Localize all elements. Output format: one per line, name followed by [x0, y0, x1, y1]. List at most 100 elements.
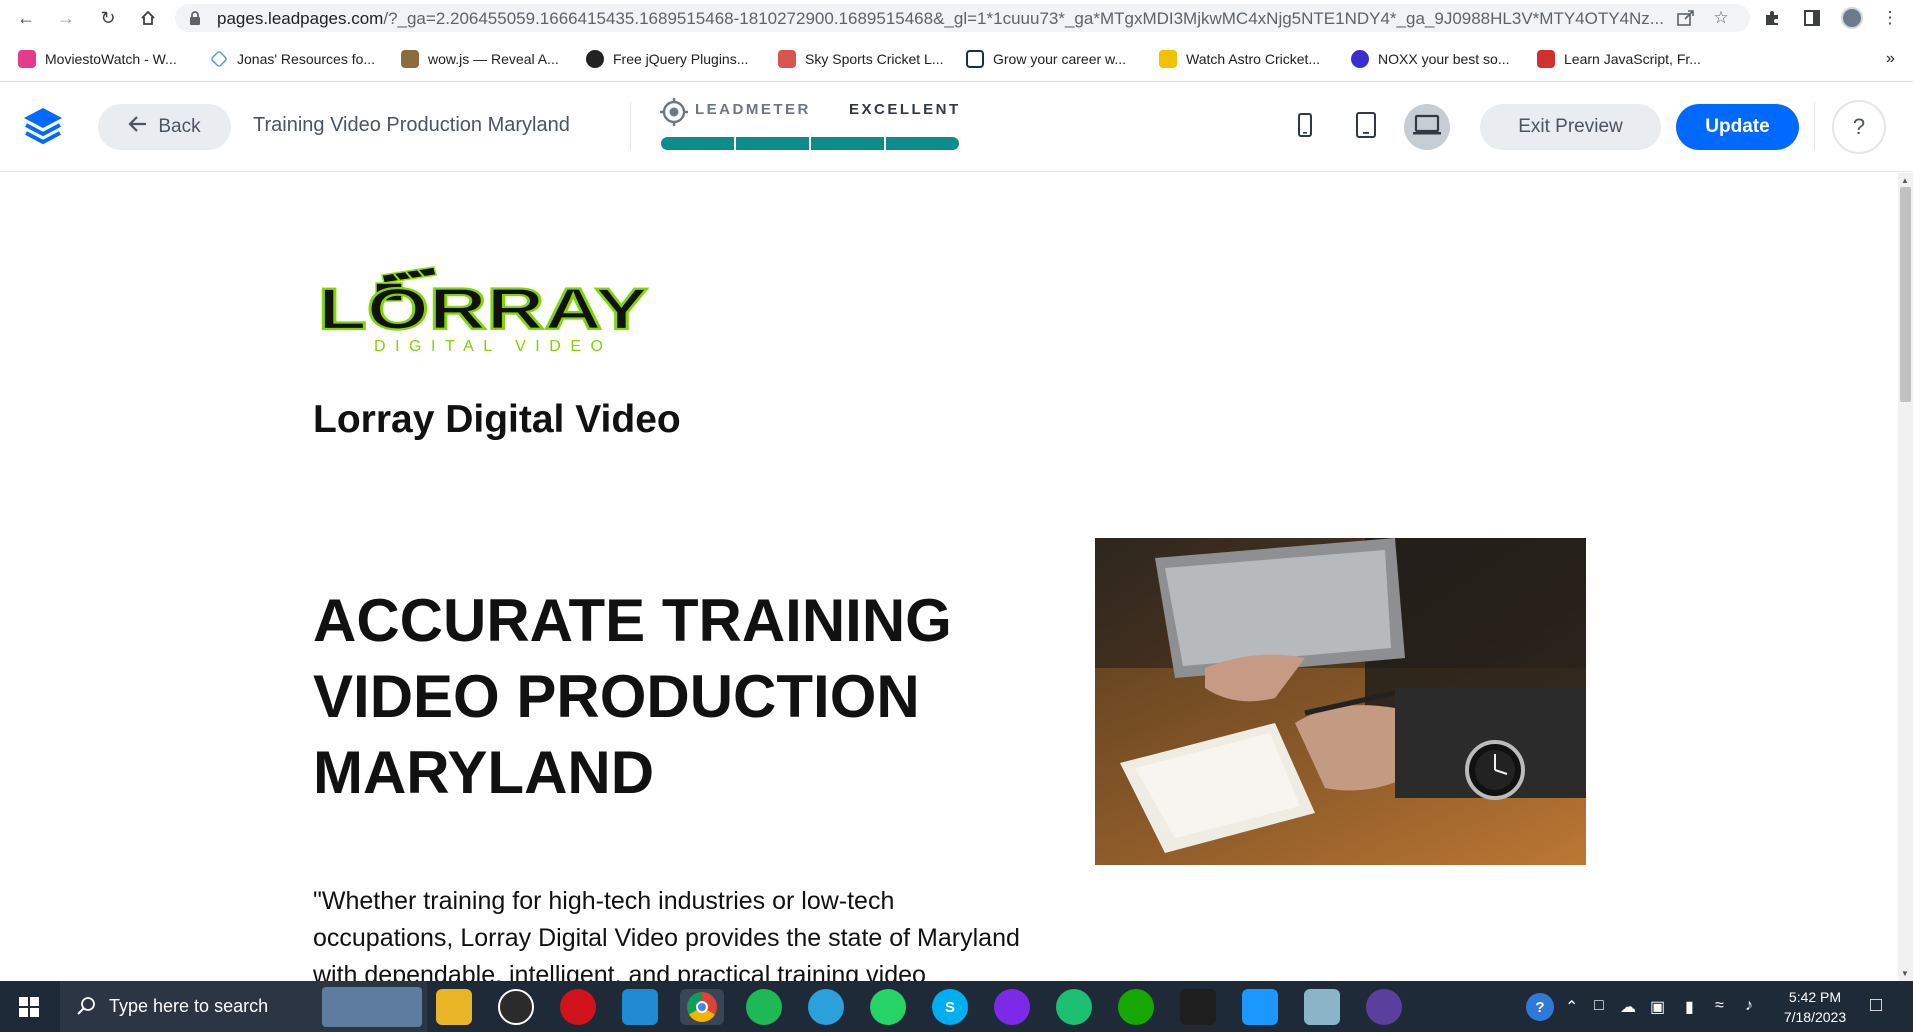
bookmark-item[interactable]: Free jQuery Plugins...	[586, 48, 748, 70]
notifications-icon[interactable]: □	[1870, 994, 1882, 1017]
bookmark-item[interactable]: MoviestoWatch - W...	[18, 48, 177, 70]
bookmark-favicon-icon	[18, 50, 36, 68]
bookmark-item[interactable]: Grow your career w...	[966, 48, 1126, 70]
scrollbar-thumb[interactable]	[1900, 187, 1911, 402]
back-arrow-icon[interactable]: ←	[12, 6, 40, 30]
hero-image-hands-writing	[1095, 538, 1586, 865]
leadpages-logo-icon[interactable]	[22, 106, 64, 151]
tablet-preview-button[interactable]	[1343, 104, 1389, 150]
help-button[interactable]: ?	[1832, 100, 1886, 154]
bookmark-label: wow.js — Reveal A...	[428, 51, 559, 67]
clock-date: 7/18/2023	[1783, 1009, 1847, 1025]
bookmark-label: Free jQuery Plugins...	[613, 51, 749, 67]
battery-icon[interactable]: ▮	[1685, 997, 1694, 1017]
url-text[interactable]: pages.leadpages.com/?_ga=2.206455059.166…	[217, 9, 1682, 29]
windows-start-icon[interactable]	[19, 997, 39, 1022]
forward-arrow-icon[interactable]: →	[52, 6, 80, 30]
bookmark-favicon-icon	[1159, 50, 1177, 68]
tray-chevron-icon[interactable]: ⌃	[1565, 997, 1578, 1017]
notepad-icon[interactable]	[1304, 989, 1340, 1025]
bookmark-item[interactable]: Watch Astro Cricket...	[1159, 48, 1320, 70]
bookmark-item[interactable]: Jonas' Resources fo...	[210, 48, 375, 70]
bookmark-label: MoviestoWatch - W...	[45, 51, 177, 67]
leadmeter-bar[interactable]	[661, 137, 959, 150]
taskbar-clock[interactable]: 5:42 PM 7/18/2023	[1770, 987, 1860, 1027]
brand-name: Lorray Digital Video	[313, 398, 681, 441]
url-path: /?_ga=2.206455059.1666415435.1689515468-…	[383, 9, 1664, 28]
desktop-preview-button[interactable]	[1404, 104, 1450, 150]
profile-avatar[interactable]	[1840, 6, 1864, 30]
bookmark-favicon-icon	[1351, 50, 1369, 68]
bookmark-favicon-icon	[210, 50, 228, 68]
share-icon[interactable]	[1675, 9, 1697, 27]
spotify-icon[interactable]	[746, 989, 782, 1025]
hero-headline: ACCURATE TRAINING VIDEO PRODUCTION MARYL…	[313, 587, 952, 806]
canva-icon[interactable]	[994, 989, 1030, 1025]
prime-video-icon[interactable]	[1242, 989, 1278, 1025]
bookmark-label: Grow your career w...	[993, 51, 1127, 67]
bookmark-item[interactable]: NOXX your best so...	[1351, 48, 1510, 70]
onedrive-cloud-icon[interactable]: ☁	[1620, 997, 1636, 1017]
obs-icon[interactable]	[498, 989, 534, 1025]
telegram-icon[interactable]	[808, 989, 844, 1025]
skype-icon[interactable]: S	[932, 989, 968, 1025]
divider	[630, 102, 631, 150]
side-panel-icon[interactable]	[1800, 6, 1824, 30]
url-host: pages.leadpages.com	[217, 9, 384, 28]
more-bookmarks-chevron-icon[interactable]: »	[1886, 48, 1895, 70]
scroll-down-icon[interactable]: ▼	[1901, 969, 1909, 978]
extensions-puzzle-icon[interactable]	[1760, 6, 1784, 30]
leadmeter-segment	[886, 137, 959, 150]
bookmark-label: NOXX your best so...	[1378, 51, 1510, 67]
home-icon[interactable]	[134, 6, 162, 30]
tray-monitor-icon[interactable]: ▣	[1650, 997, 1665, 1017]
wifi-icon[interactable]: ≈	[1715, 997, 1724, 1015]
tray-app-icon[interactable]: □	[1594, 997, 1604, 1015]
leadmeter-segment	[661, 137, 734, 150]
leadmeter-label: LEADMETER	[695, 101, 811, 118]
leadmeter-segment	[736, 137, 809, 150]
windows-taskbar: Type here to search S ? ⌃ □ ☁ ▣ ▮ ≈ ♪ 5:…	[0, 981, 1913, 1032]
bookmark-item[interactable]: wow.js — Reveal A...	[401, 48, 559, 70]
fiverr-icon[interactable]	[1056, 989, 1092, 1025]
upwork-icon[interactable]	[1118, 989, 1154, 1025]
browser-toolbar: ← → ↻ pages.leadpages.com/?_ga=2.2064550…	[0, 0, 1913, 36]
lock-icon[interactable]	[189, 10, 201, 26]
search-highlight-image	[322, 987, 422, 1027]
bookmark-star-icon[interactable]: ☆	[1710, 8, 1732, 27]
leadmeter-target-icon	[660, 98, 688, 131]
lorray-logo: LORRAY DIGITAL VIDEO	[316, 263, 656, 363]
vscode-icon[interactable]	[622, 989, 658, 1025]
chrome-active-icon[interactable]	[680, 989, 724, 1025]
whatsapp-icon[interactable]	[870, 989, 906, 1025]
leadpages-preview-bar: Back Training Video Production Maryland …	[0, 82, 1913, 172]
reload-icon[interactable]: ↻	[94, 6, 122, 30]
bookmark-favicon-icon	[1537, 50, 1555, 68]
clock-time: 5:42 PM	[1788, 989, 1842, 1005]
exit-preview-button[interactable]: Exit Preview	[1480, 104, 1661, 150]
tor-browser-icon[interactable]	[1366, 989, 1402, 1025]
page-title: Training Video Production Maryland	[253, 114, 570, 136]
opera-icon[interactable]	[560, 989, 596, 1025]
page-scrollbar[interactable]: ▲ ▼	[1898, 173, 1913, 981]
taskbar-search[interactable]: Type here to search	[60, 981, 427, 1032]
address-bar[interactable]: pages.leadpages.com/?_ga=2.206455059.166…	[175, 4, 1750, 32]
bookmark-label: Jonas' Resources fo...	[237, 51, 376, 67]
bookmark-favicon-icon	[401, 50, 419, 68]
figma-icon[interactable]	[1180, 989, 1216, 1025]
bookmark-item[interactable]: Learn JavaScript, Fr...	[1537, 48, 1701, 70]
mobile-preview-button[interactable]	[1282, 104, 1328, 150]
update-button[interactable]: Update	[1676, 104, 1799, 150]
divider	[1814, 102, 1815, 150]
landing-page: LORRAY DIGITAL VIDEO Lorray Digital Vide…	[0, 173, 1898, 981]
help-notification-icon[interactable]: ?	[1526, 993, 1554, 1021]
back-button[interactable]: Back	[98, 104, 231, 150]
file-explorer-icon[interactable]	[436, 989, 472, 1025]
bookmark-favicon-icon	[778, 50, 796, 68]
bookmark-label: Learn JavaScript, Fr...	[1564, 51, 1701, 67]
volume-icon[interactable]: ♪	[1745, 997, 1753, 1015]
arrow-left-icon	[128, 115, 148, 139]
menu-kebab-icon[interactable]: ⋮	[1878, 6, 1902, 30]
bookmark-item[interactable]: Sky Sports Cricket L...	[778, 48, 943, 70]
scroll-up-icon[interactable]: ▲	[1901, 176, 1909, 185]
